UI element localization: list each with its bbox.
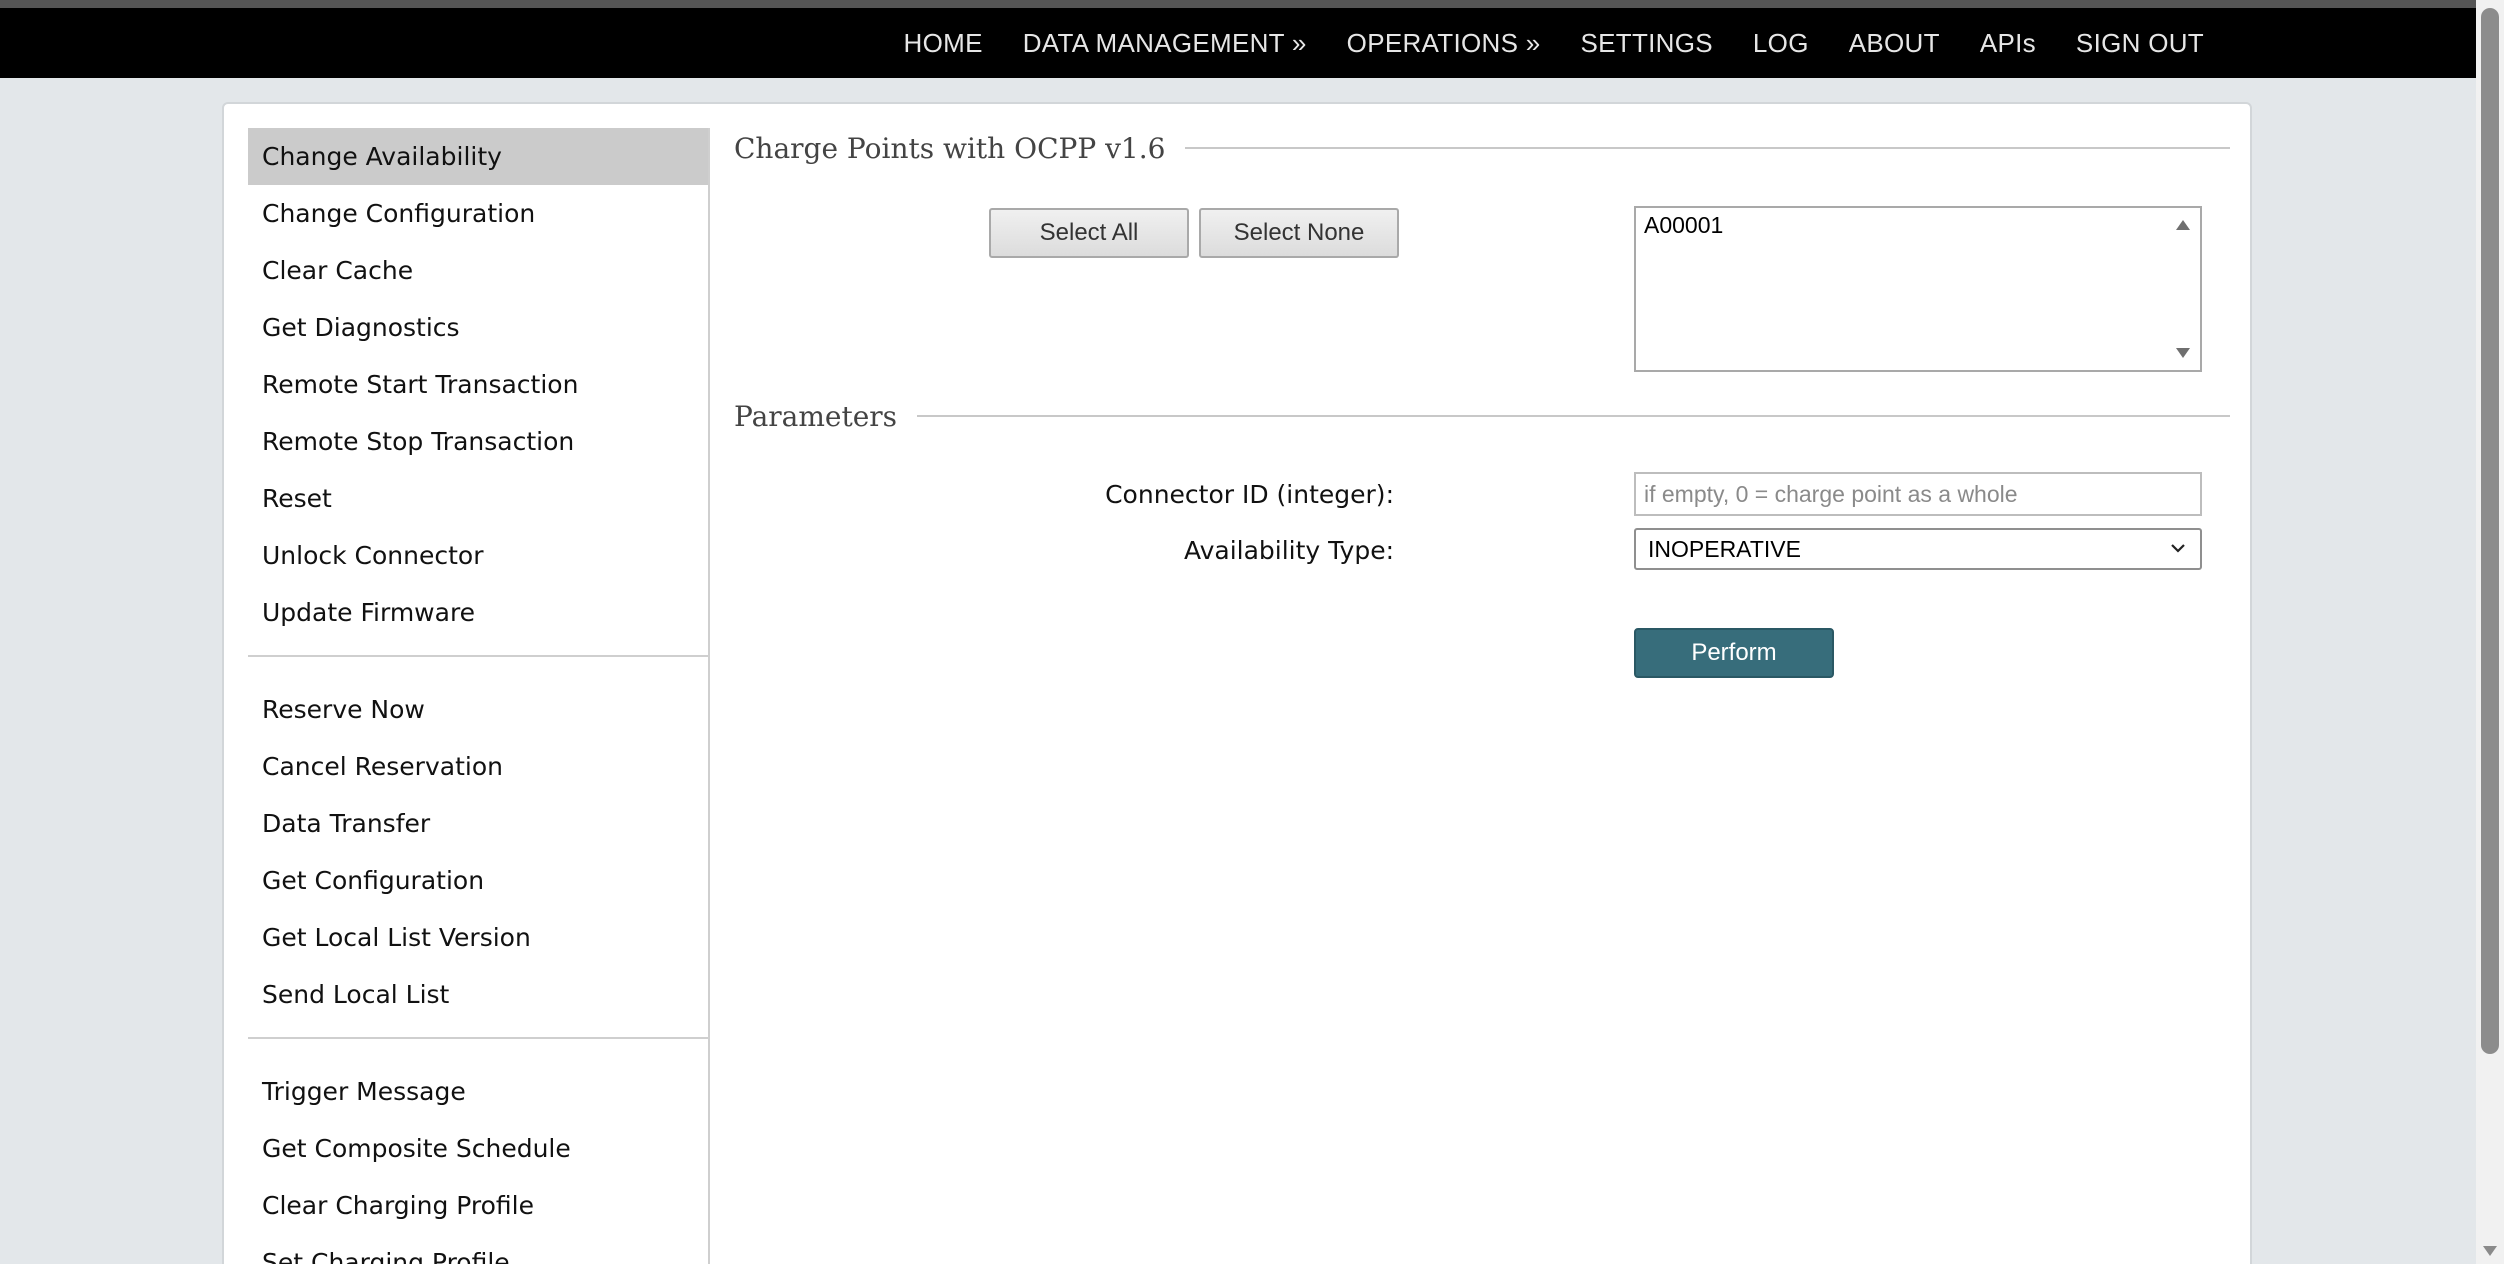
operation-form: Charge Points with OCPP v1.6 Select All …	[734, 124, 2230, 740]
operations-sidebar: Change Availability Change Configuration…	[248, 128, 710, 1264]
availability-type-value: INOPERATIVE	[1648, 535, 1801, 562]
sidebar-item-remote-start-transaction[interactable]: Remote Start Transaction	[248, 356, 708, 413]
charge-point-option[interactable]: A00001	[1644, 212, 1723, 239]
nav-about[interactable]: ABOUT	[1849, 28, 1940, 59]
nav-data-management[interactable]: DATA MANAGEMENT »	[1023, 28, 1307, 59]
availability-type-label: Availability Type:	[1183, 536, 1394, 565]
availability-type-select[interactable]: INOPERATIVE	[1634, 528, 2202, 570]
main-nav: HOME DATA MANAGEMENT » OPERATIONS » SETT…	[904, 8, 2204, 78]
page-scrollbar[interactable]	[2476, 0, 2504, 1264]
scrollbar-thumb[interactable]	[2481, 8, 2499, 1054]
legend-rule	[917, 415, 2230, 417]
connector-id-label: Connector ID (integer):	[1105, 480, 1394, 509]
sidebar-item-send-local-list[interactable]: Send Local List	[248, 966, 708, 1023]
sidebar-item-get-configuration[interactable]: Get Configuration	[248, 852, 708, 909]
sidebar-item-reset[interactable]: Reset	[248, 470, 708, 527]
legend-rule	[1185, 147, 2230, 149]
nav-sign-out[interactable]: SIGN OUT	[2076, 28, 2204, 59]
charge-points-legend: Charge Points with OCPP v1.6	[734, 131, 1166, 165]
sidebar-item-set-charging-profile[interactable]: Set Charging Profile	[248, 1234, 708, 1264]
sidebar-item-update-firmware[interactable]: Update Firmware	[248, 584, 708, 641]
sidebar-item-clear-cache[interactable]: Clear Cache	[248, 242, 708, 299]
scroll-down-arrow-icon[interactable]	[2176, 348, 2190, 358]
sidebar-item-remote-stop-transaction[interactable]: Remote Stop Transaction	[248, 413, 708, 470]
top-nav-bar: HOME DATA MANAGEMENT » OPERATIONS » SETT…	[0, 0, 2476, 78]
scroll-down-arrow-icon[interactable]	[2483, 1246, 2497, 1256]
nav-log[interactable]: LOG	[1753, 28, 1809, 59]
nav-settings[interactable]: SETTINGS	[1581, 28, 1713, 59]
sidebar-item-change-availability[interactable]: Change Availability	[248, 128, 708, 185]
sidebar-divider	[248, 1037, 708, 1039]
perform-button[interactable]: Perform	[1634, 628, 1834, 678]
nav-apis[interactable]: APIs	[1980, 28, 2036, 59]
content-card: Change Availability Change Configuration…	[222, 102, 2252, 1264]
parameters-legend: Parameters	[734, 399, 898, 433]
page: HOME DATA MANAGEMENT » OPERATIONS » SETT…	[0, 0, 2504, 1264]
charge-point-selector: Select All Select None A00001	[734, 172, 2230, 392]
parameters-block: Connector ID (integer): Availability Typ…	[734, 440, 2230, 740]
sidebar-divider	[248, 655, 708, 657]
select-none-button[interactable]: Select None	[1199, 208, 1399, 258]
connector-id-input[interactable]	[1634, 472, 2202, 516]
chevron-down-icon	[2171, 544, 2185, 553]
sidebar-item-trigger-message[interactable]: Trigger Message	[248, 1063, 708, 1120]
charge-point-listbox[interactable]: A00001	[1634, 206, 2202, 372]
sidebar-item-get-local-list-version[interactable]: Get Local List Version	[248, 909, 708, 966]
scroll-up-arrow-icon[interactable]	[2176, 220, 2190, 230]
sidebar-item-data-transfer[interactable]: Data Transfer	[248, 795, 708, 852]
sidebar-item-unlock-connector[interactable]: Unlock Connector	[248, 527, 708, 584]
sidebar-item-get-composite-schedule[interactable]: Get Composite Schedule	[248, 1120, 708, 1177]
sidebar-item-get-diagnostics[interactable]: Get Diagnostics	[248, 299, 708, 356]
nav-home[interactable]: HOME	[904, 28, 983, 59]
sidebar-item-change-configuration[interactable]: Change Configuration	[248, 185, 708, 242]
charge-points-fieldset-legend: Charge Points with OCPP v1.6	[734, 124, 2230, 172]
sidebar-item-reserve-now[interactable]: Reserve Now	[248, 681, 708, 738]
nav-operations[interactable]: OPERATIONS »	[1347, 28, 1541, 59]
parameters-fieldset-legend: Parameters	[734, 392, 2230, 440]
sidebar-item-cancel-reservation[interactable]: Cancel Reservation	[248, 738, 708, 795]
select-all-button[interactable]: Select All	[989, 208, 1189, 258]
sidebar-item-clear-charging-profile[interactable]: Clear Charging Profile	[248, 1177, 708, 1234]
